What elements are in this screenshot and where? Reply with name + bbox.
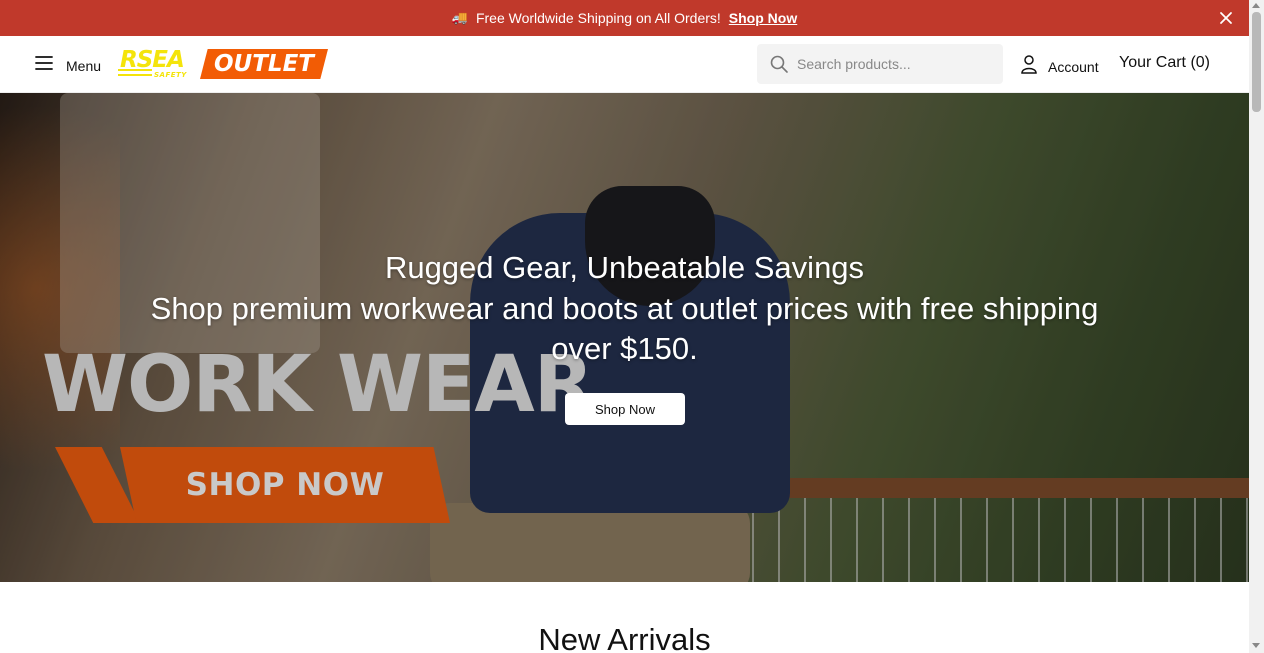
account-label: Account — [1048, 58, 1099, 75]
scroll-down-arrow-icon[interactable] — [1252, 643, 1260, 648]
hero-subtitle: Shop premium workwear and boots at outle… — [150, 291, 1099, 366]
logo-stripe — [118, 69, 152, 71]
search-box[interactable] — [757, 44, 1003, 84]
announcement-bar: 🚚 Free Worldwide Shipping on All Orders!… — [0, 0, 1249, 36]
search-icon — [769, 54, 789, 74]
account-link[interactable]: Account — [1020, 54, 1099, 79]
hero-title: Rugged Gear, Unbeatable Savings — [384, 250, 865, 285]
menu-button[interactable]: Menu — [34, 53, 101, 78]
scroll-thumb[interactable] — [1252, 12, 1261, 112]
truck-icon: 🚚 — [451, 10, 468, 25]
cart-link[interactable]: Your Cart (0) — [1119, 54, 1210, 72]
logo-sub-text: SAFETY — [154, 71, 187, 79]
hero-image-shop-now-banner: SHOP NOW — [120, 447, 450, 523]
hero-image-shop-now-text: SHOP NOW — [185, 467, 385, 503]
outlet-logo: OUTLET — [200, 49, 328, 79]
user-icon — [1020, 54, 1038, 79]
logo-stripe — [118, 74, 152, 76]
announcement-message: Free Worldwide Shipping on All Orders! — [475, 10, 721, 26]
announcement-shop-now-link[interactable]: Shop Now — [729, 10, 797, 26]
site-logo[interactable]: RSEA SAFETY OUTLET — [118, 46, 330, 82]
hero-shop-now-button[interactable]: Shop Now — [565, 393, 685, 425]
site-header: Menu RSEA SAFETY OUTLET Account Your Car… — [0, 36, 1249, 93]
scroll-up-arrow-icon[interactable] — [1252, 3, 1260, 8]
search-input[interactable] — [797, 56, 997, 72]
close-icon[interactable] — [1217, 9, 1235, 27]
menu-label: Menu — [66, 57, 102, 74]
page-scrollbar[interactable] — [1249, 0, 1264, 653]
new-arrivals-title: New Arrivals — [538, 622, 711, 653]
rsea-logo: RSEA SAFETY — [118, 47, 196, 81]
hero-banner: WORK WEAR SHOP NOW Rugged Gear, Unbeatab… — [0, 93, 1249, 582]
hamburger-icon — [34, 53, 54, 78]
